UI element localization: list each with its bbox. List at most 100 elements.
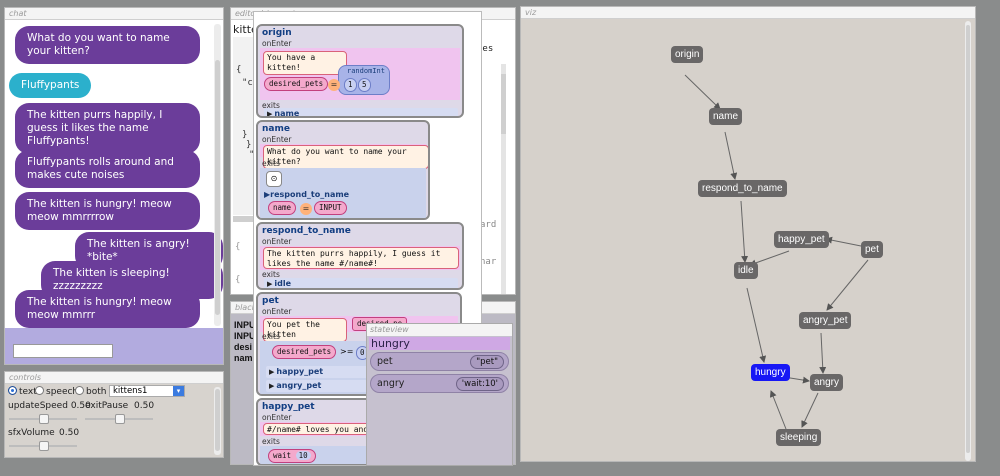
chat-panel: chat What do you want to name your kitte… [4,7,224,365]
mode-radio-both[interactable]: both [75,386,106,397]
code-line: } [242,130,248,140]
node-origin[interactable]: origin onEnter You have a kitten! random… [256,24,464,118]
graph-node-angry-pet[interactable]: angry_pet [799,312,852,329]
viz-panel-title: viz [521,7,975,19]
on-enter-label: onEnter [262,39,292,48]
edge-pet-happy [825,236,867,248]
gutter [233,37,253,215]
slider-knob[interactable] [39,414,49,424]
sfx-volume-value: 0.50 [59,428,80,438]
arg-min[interactable]: 1 [344,78,357,92]
edge-pet-angry [826,259,869,311]
triangle-right-icon: ▶ [269,382,275,390]
on-enter-block: You have a kitten! randomInt desired_pet… [260,48,460,100]
current-state: hungry [369,337,510,350]
graph-node-happy-pet[interactable]: happy_pet [774,231,829,248]
story-select[interactable]: kittens1 ▾ [109,385,185,397]
variable-pill[interactable]: name [268,201,297,215]
exit-pause-value: 0.50 [134,401,155,411]
state-exit-row[interactable]: pet "pet" [370,352,509,371]
chevron-down-icon: ▾ [173,386,184,396]
on-enter-label: onEnter [262,237,292,246]
say-block[interactable]: You have a kitten! [263,51,347,75]
update-speed-label: updateSpeed 0.50 [8,401,91,411]
equals-operator: = [328,79,340,91]
chat-message-user: Fluffypants [9,73,92,98]
node-title: respond_to_name [262,226,351,236]
exits-label: exits [262,332,280,341]
chat-panel-title: chat [5,8,223,20]
chat-transcript: What do you want to name your kitten? Fl… [5,20,223,328]
state-exit-row[interactable]: angry 'wait:10' [370,374,509,393]
wait-pill[interactable]: wait 10 [268,449,316,463]
target-icon[interactable]: ⊙ [266,171,282,187]
graph-node-idle[interactable]: idle [734,262,758,279]
state-graph: origin name respond_to_name happy_pet pe… [521,19,975,461]
edge-angrypet-angry [819,332,827,374]
mode-radio-text[interactable]: text [8,386,37,397]
input-pill[interactable]: INPUT [314,201,347,215]
say-block[interactable]: What do you want to name your kitten? [263,145,428,169]
chat-message: What do you want to name your kitten? [15,26,200,64]
horizontal-scrollbar[interactable] [233,216,255,222]
node-title: name [262,124,290,134]
exit-row[interactable]: ▶ name [264,108,458,118]
triangle-right-icon: ▶ [269,368,275,376]
exit-pause-label: exitPause [85,401,129,411]
graph-node-name[interactable]: name [709,108,743,125]
slider-knob[interactable] [39,441,49,451]
edge-respond-idle [740,200,749,263]
code-line: "c [242,78,253,88]
radio-icon [35,386,44,395]
exit-pause-slider[interactable] [85,414,153,424]
chat-scrollbar[interactable] [214,24,221,326]
chat-message: The kitten purrs happily, I guess it lik… [15,103,200,154]
blackboard-line: nam [234,353,253,363]
exits-label: exits [262,159,280,168]
sfx-volume-label: sfxVolume [8,428,55,438]
arg-max[interactable]: 5 [358,78,371,92]
on-enter-label: onEnter [262,135,292,144]
chat-message: The kitten is hungry! meow meow mmrrrrow [15,192,200,230]
node-title: happy_pet [262,402,315,412]
edge-origin-name [684,74,721,110]
on-enter-block: The kitten purrs happily, I guess it lik… [260,246,460,270]
graph-node-angry[interactable]: angry [810,374,844,391]
triangle-right-icon: ▶ [267,110,273,118]
edge-angry-sleeping [801,392,819,428]
exit-row[interactable]: ▶ idle [264,278,458,288]
viz-scrollbar[interactable] [965,21,971,461]
node-name[interactable]: name onEnter What do you want to name yo… [256,120,430,220]
code-line: { [235,275,241,285]
graph-node-respond-to-name[interactable]: respond_to_name [698,180,787,197]
chat-footer [5,328,223,364]
update-speed-slider[interactable] [9,414,77,424]
say-block[interactable]: The kitten purrs happily, I guess it lik… [263,247,459,269]
edge-idle-hungry [746,287,767,363]
node-respond-to-name[interactable]: respond_to_name onEnter The kitten purrs… [256,222,464,290]
comparison-operator: >= [340,347,354,356]
editor-scrollbar[interactable] [501,64,506,294]
on-enter-label: onEnter [262,413,292,422]
sfx-volume-slider[interactable] [9,441,77,451]
chat-message: Fluffypants rolls around and makes cute … [15,150,200,188]
exit-row[interactable]: ▶respond_to_name [264,190,349,199]
triangle-right-icon: ▶ [267,280,273,288]
variable-pill[interactable]: desired_pets [264,77,329,91]
edge-sleeping-hungry [769,390,787,430]
stateview-panel: stateview hungry pet "pet" angry 'wait:1… [366,323,513,466]
on-enter-block: What do you want to name your kitten? [260,144,428,169]
chat-input[interactable] [13,344,113,358]
graph-node-sleeping[interactable]: sleeping [776,429,822,446]
graph-node-hungry-active[interactable]: hungry [751,364,790,381]
slider-knob[interactable] [115,414,125,424]
graph-node-pet[interactable]: pet [861,241,883,258]
chat-message: The kitten is hungry! meow meow mmrrr [15,290,200,328]
controls-panel: controls text speech both kittens1 ▾ upd… [4,371,224,458]
code-line: nar [480,257,497,267]
graph-node-origin[interactable]: origin [671,46,704,63]
exits-label: exits [262,437,280,446]
mode-radio-speech[interactable]: speech [35,386,78,397]
controls-scrollbar[interactable] [214,387,221,455]
condition-variable-pill[interactable]: desired_pets [272,345,337,359]
